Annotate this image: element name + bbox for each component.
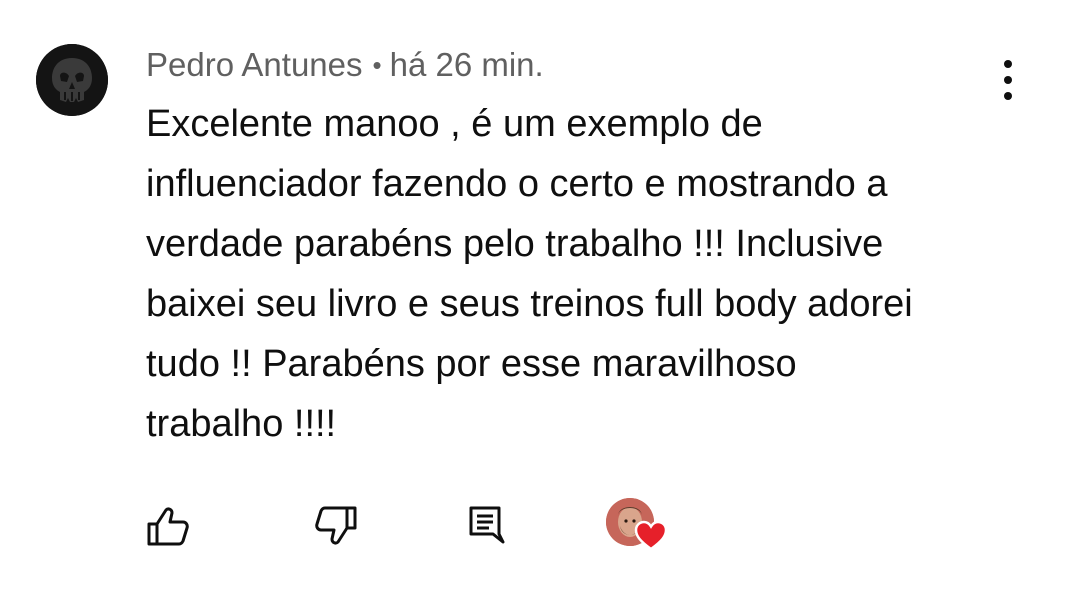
meta-separator: • — [372, 50, 382, 80]
creator-heart-badge[interactable] — [604, 498, 670, 560]
comment-meta: Pedro Antunes • há 26 min. — [146, 44, 544, 88]
thumb-down-icon — [315, 506, 357, 545]
like-button[interactable] — [144, 502, 192, 550]
thumb-up-icon — [147, 507, 189, 546]
dislike-button[interactable] — [312, 502, 360, 550]
author-name[interactable]: Pedro Antunes — [146, 46, 363, 83]
reply-comment-icon — [469, 506, 505, 544]
author-avatar[interactable] — [36, 44, 108, 116]
skull-icon — [36, 44, 108, 116]
creator-heart-icon — [634, 520, 668, 552]
reply-button[interactable] — [466, 504, 506, 548]
menu-dot — [1004, 60, 1012, 68]
comment-text: Excelente manoo , é um exemplo de influe… — [146, 103, 913, 445]
comment-timestamp[interactable]: há 26 min. — [390, 46, 544, 83]
comment-actions — [0, 490, 1080, 570]
menu-dot — [1004, 76, 1012, 84]
comment-item: Pedro Antunes • há 26 min. Excelente manoo… — [0, 0, 1080, 605]
